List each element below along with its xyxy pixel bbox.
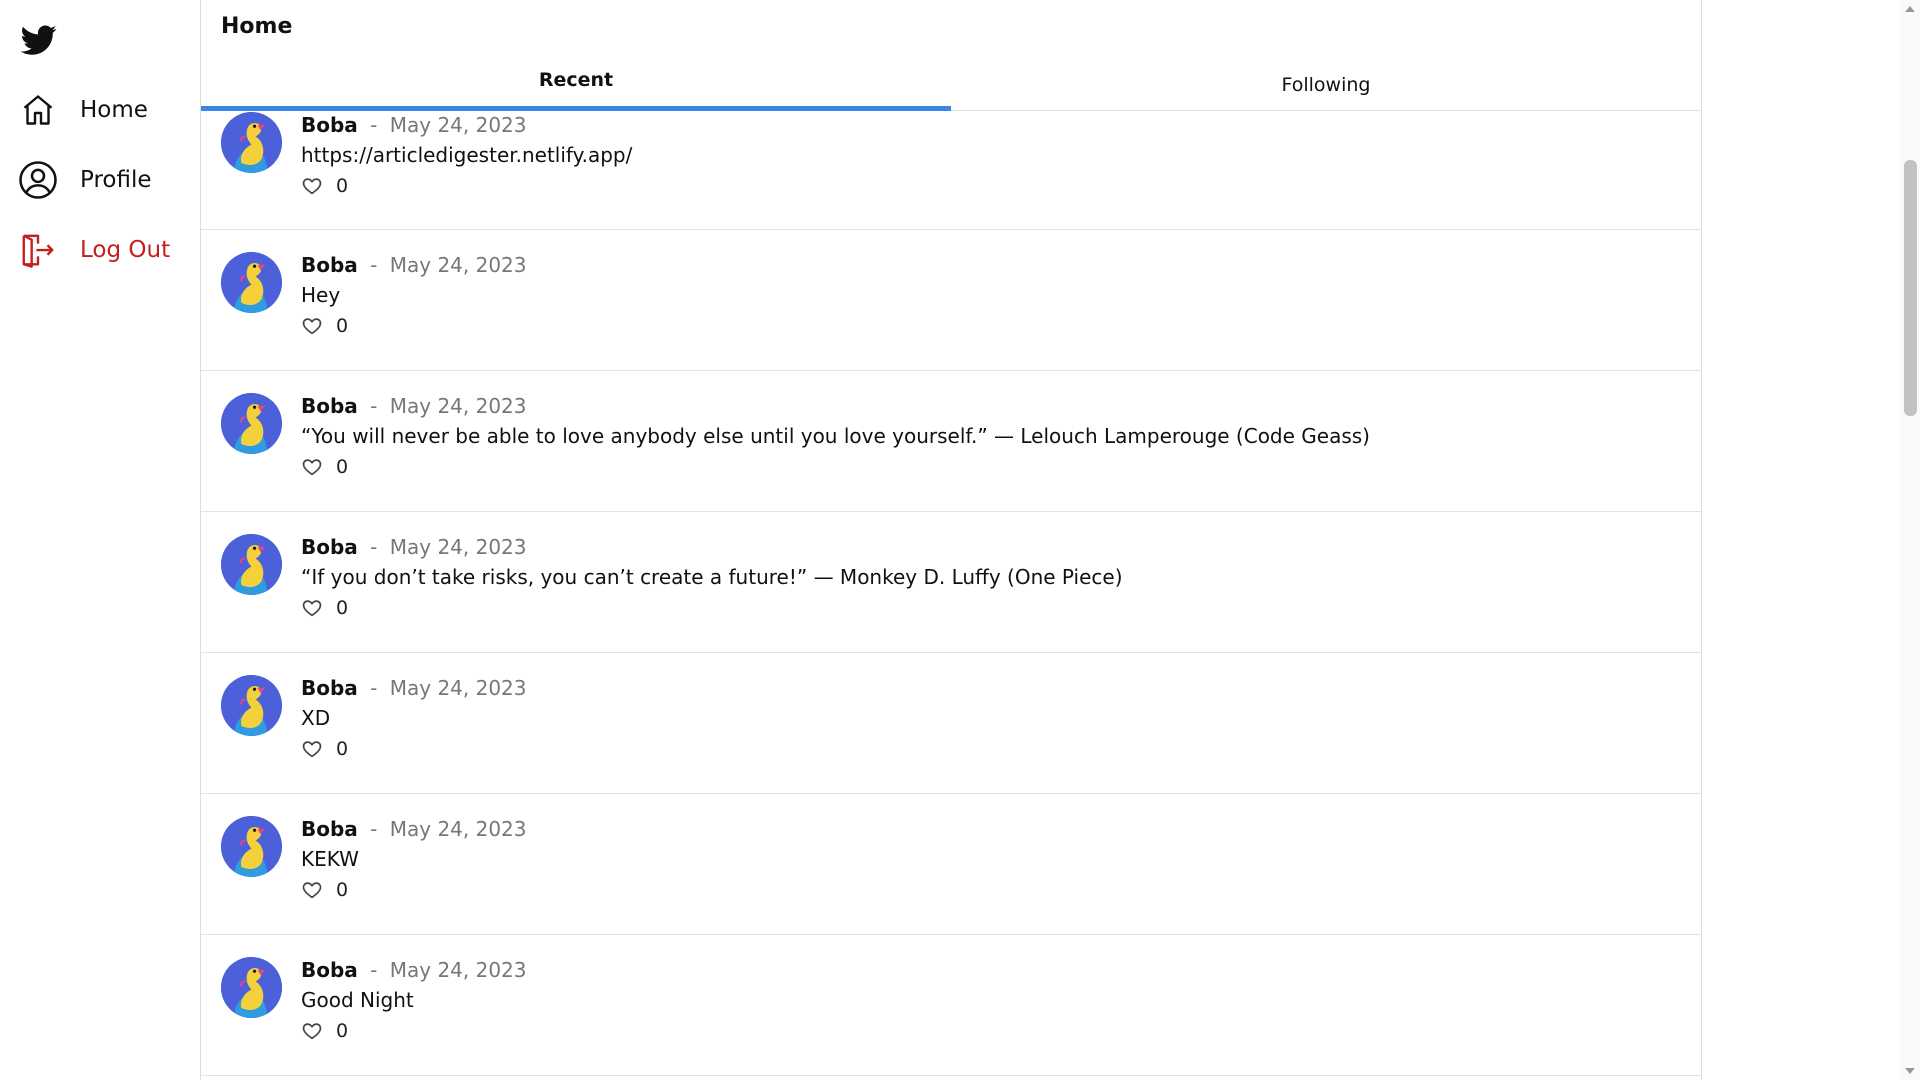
like-button[interactable]: 0 (301, 175, 348, 197)
page-title: Home (221, 14, 293, 39)
like-button[interactable]: 0 (301, 1020, 348, 1042)
post-text: https://articledigester.netlify.app/ (301, 143, 633, 167)
post-author[interactable]: Boba (301, 394, 358, 418)
post-separator: - (370, 817, 378, 841)
post-date: May 24, 2023 (389, 113, 527, 137)
like-button[interactable]: 0 (301, 456, 348, 478)
avatar[interactable] (221, 393, 282, 454)
post-date: May 24, 2023 (389, 253, 527, 277)
post-separator: - (370, 958, 378, 982)
post-author[interactable]: Boba (301, 113, 358, 137)
heart-icon[interactable] (301, 456, 323, 478)
post-author[interactable]: Boba (301, 535, 358, 559)
post-author[interactable]: Boba (301, 817, 358, 841)
avatar[interactable] (221, 675, 282, 736)
post-text: KEKW (301, 847, 359, 871)
avatar[interactable] (221, 957, 282, 1018)
heart-icon[interactable] (301, 597, 323, 619)
heart-icon[interactable] (301, 315, 323, 337)
post-date: May 24, 2023 (389, 535, 527, 559)
post-author[interactable]: Boba (301, 676, 358, 700)
avatar[interactable] (221, 534, 282, 595)
heart-icon[interactable] (301, 738, 323, 760)
post-header: Boba - May 24, 2023 (301, 817, 527, 841)
tab-recent[interactable]: Recent (201, 60, 951, 111)
tab-following[interactable]: Following (951, 60, 1701, 110)
sidebar-item-label: Log Out (80, 237, 171, 263)
post-item: Boba - May 24, 2023 https://articlediges… (201, 111, 1701, 230)
feed-tabs: Recent Following (201, 60, 1701, 111)
heart-icon[interactable] (301, 1020, 323, 1042)
post-item: Boba - May 24, 2023 KEKW 0 (201, 794, 1701, 935)
post-text: Hey (301, 283, 341, 307)
scroll-down-arrow-icon[interactable] (1905, 1068, 1915, 1074)
heart-icon[interactable] (301, 879, 323, 901)
post-item: Boba - May 24, 2023 “You will never be a… (201, 371, 1701, 512)
post-separator: - (370, 394, 378, 418)
like-button[interactable]: 0 (301, 879, 348, 901)
logout-icon (18, 230, 58, 270)
post-header: Boba - May 24, 2023 (301, 394, 527, 418)
like-button[interactable]: 0 (301, 738, 348, 760)
sidebar-item-label: Profile (80, 167, 152, 193)
post-separator: - (370, 535, 378, 559)
like-button[interactable]: 0 (301, 315, 348, 337)
like-count: 0 (336, 315, 349, 337)
scrollbar-thumb[interactable] (1904, 160, 1917, 416)
user-circle-icon (18, 160, 58, 200)
post-separator: - (370, 113, 378, 137)
scrollbar[interactable] (1900, 0, 1920, 1080)
sidebar-nav: Home Profile Log Out (0, 0, 200, 1080)
avatar[interactable] (221, 112, 282, 173)
sidebar-item-profile[interactable]: Profile (18, 158, 152, 202)
post-separator: - (370, 676, 378, 700)
post-header: Boba - May 24, 2023 (301, 958, 527, 982)
post-author[interactable]: Boba (301, 253, 358, 277)
sidebar-item-home[interactable]: Home (18, 88, 148, 132)
post-feed: Boba - May 24, 2023 https://articlediges… (201, 111, 1701, 1076)
post-header: Boba - May 24, 2023 (301, 253, 527, 277)
home-icon (18, 90, 58, 130)
post-text: “If you don’t take risks, you can’t crea… (301, 565, 1123, 589)
like-count: 0 (336, 738, 349, 760)
post-date: May 24, 2023 (389, 817, 527, 841)
main-column: Home Recent Following Boba - May 24, 202… (200, 0, 1702, 1080)
like-count: 0 (336, 175, 349, 197)
post-separator: - (370, 253, 378, 277)
sidebar-item-logout[interactable]: Log Out (18, 228, 170, 272)
avatar[interactable] (221, 816, 282, 877)
heart-icon[interactable] (301, 175, 323, 197)
like-count: 0 (336, 879, 349, 901)
post-author[interactable]: Boba (301, 958, 358, 982)
like-count: 0 (336, 597, 349, 619)
post-item: Boba - May 24, 2023 XD 0 (201, 653, 1701, 794)
scroll-up-arrow-icon[interactable] (1905, 6, 1915, 12)
post-date: May 24, 2023 (389, 958, 527, 982)
like-count: 0 (336, 456, 349, 478)
post-text: “You will never be able to love anybody … (301, 424, 1370, 448)
post-date: May 24, 2023 (389, 676, 527, 700)
post-header: Boba - May 24, 2023 (301, 535, 527, 559)
like-count: 0 (336, 1020, 349, 1042)
post-item: Boba - May 24, 2023 Good Night 0 (201, 935, 1701, 1076)
twitter-bird-icon[interactable] (20, 22, 58, 58)
post-text: XD (301, 706, 331, 730)
post-date: May 24, 2023 (389, 394, 527, 418)
post-item: Boba - May 24, 2023 “If you don’t take r… (201, 512, 1701, 653)
post-item: Boba - May 24, 2023 Hey 0 (201, 230, 1701, 371)
post-header: Boba - May 24, 2023 (301, 113, 527, 137)
sidebar-item-label: Home (80, 97, 148, 123)
avatar[interactable] (221, 252, 282, 313)
like-button[interactable]: 0 (301, 597, 348, 619)
post-text: Good Night (301, 988, 414, 1012)
post-header: Boba - May 24, 2023 (301, 676, 527, 700)
